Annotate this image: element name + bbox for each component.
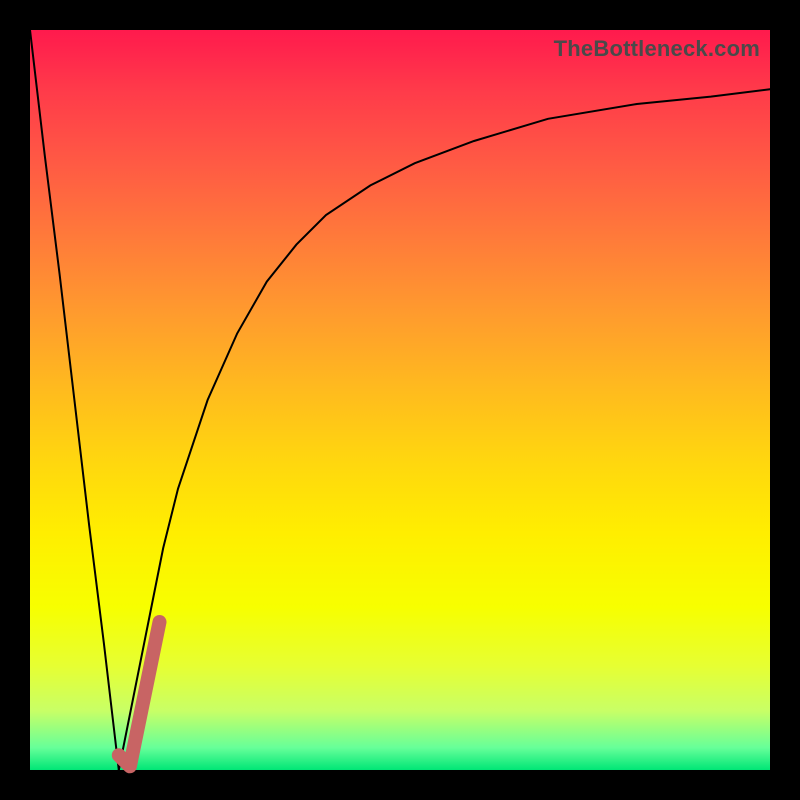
bottleneck-right-curve xyxy=(119,89,770,770)
bottleneck-left-curve xyxy=(30,30,119,770)
accent-segment xyxy=(119,622,160,766)
chart-frame: TheBottleneck.com xyxy=(0,0,800,800)
plot-area: TheBottleneck.com xyxy=(30,30,770,770)
curve-layer xyxy=(30,30,770,770)
